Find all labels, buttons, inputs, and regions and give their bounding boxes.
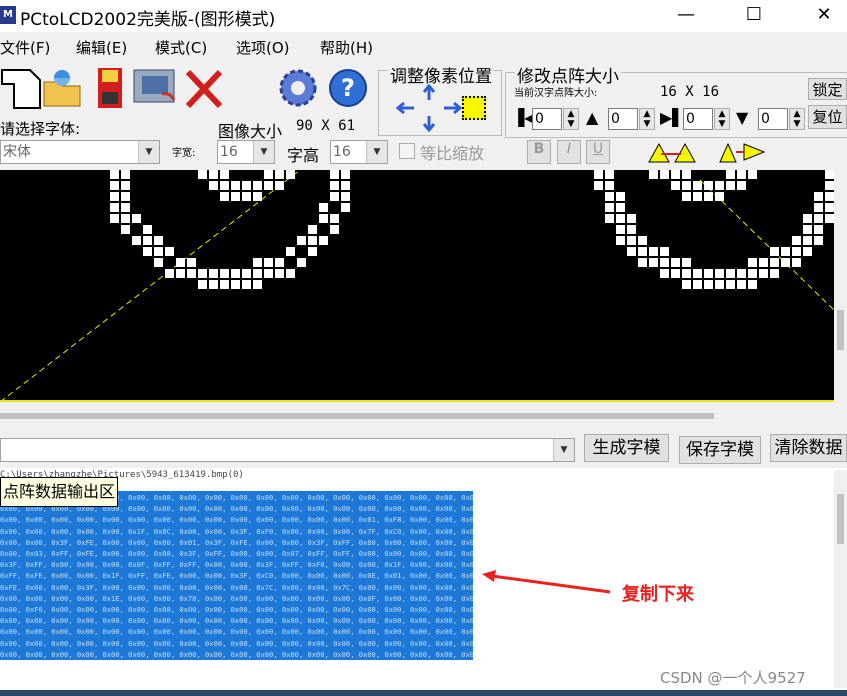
italic-button[interactable]: I (557, 140, 581, 164)
hex-line: 0xFF, 0xFE, 0x00, 0x00, 0x1F, 0xFF, 0xFE… (0, 571, 473, 581)
chevron-down-icon: ▼ (253, 141, 274, 163)
menu-bar: 文件(F) 编辑(E) 模式(C) 选项(O) 帮助(H) (0, 34, 847, 60)
center-icon[interactable] (462, 96, 486, 120)
save-button[interactable]: 保存字模 (679, 436, 761, 464)
output-vertical-scrollbar[interactable] (834, 470, 847, 688)
hex-line: 0x00, 0xF0, 0x00, 0x00, 0x00, 0x00, 0x00… (0, 605, 473, 614)
output-format-select[interactable]: ▼ (0, 438, 575, 462)
generate-button[interactable]: 生成字模 (584, 434, 669, 462)
spin-down-value[interactable]: 0 (758, 108, 788, 130)
scroll-thumb[interactable] (837, 494, 844, 544)
image-size-label: 图像大小 (218, 122, 283, 141)
spin-left-value[interactable]: 0 (532, 108, 562, 130)
current-size-value: 16 X 16 (660, 84, 720, 100)
title-bar: M PCtoLCD2002完美版-(图形模式) — ☐ ✕ (0, 0, 847, 32)
shift-down-icon: ▼ (736, 108, 749, 127)
spin-up-value[interactable]: 0 (608, 108, 638, 130)
menu-options[interactable]: 选项(O) (236, 37, 290, 58)
hex-line: 0x3F, 0xFF, 0x80, 0x00, 0x00, 0x0F, 0xFF… (0, 560, 473, 570)
scroll-thumb[interactable] (0, 413, 714, 419)
clear-button[interactable]: 清除数据 (770, 434, 847, 462)
height-label: 字高 (287, 146, 320, 165)
proportional-label: 等比缩放 (420, 144, 485, 163)
chevron-down-icon: ▼ (138, 141, 159, 163)
delete-x-icon[interactable] (182, 64, 226, 110)
canvas-horizontal-scrollbar[interactable] (0, 403, 847, 429)
height-select[interactable]: 16 ▼ (330, 140, 388, 164)
taskbar-strip (0, 690, 847, 696)
height-select-value: 16 (333, 144, 351, 160)
spin-right-stepper[interactable]: ▲ ▼ (714, 108, 730, 130)
flip-vertical-icon[interactable] (716, 140, 772, 170)
hex-line: 0x00, 0x00, 0x00, 0x00, 0x00, 0x00, 0x00… (0, 515, 473, 525)
canvas-vertical-scrollbar[interactable] (834, 170, 847, 402)
bold-button[interactable]: B (527, 140, 551, 164)
lock-button[interactable]: 锁定 (808, 78, 847, 100)
font-select-value: 宋体 (3, 144, 31, 160)
spin-right-value[interactable]: 0 (683, 108, 713, 130)
annotation-label: 复制下来 (622, 584, 694, 605)
import-image-icon[interactable] (132, 64, 176, 110)
hex-line: 0x00, 0x00, 0x00, 0x00, 0x00, 0x00, 0x00… (0, 649, 473, 659)
hex-line: 0x00, 0x00, 0x00, 0x00, 0x00, 0x00, 0x00… (0, 616, 473, 626)
hex-line: 0x00, 0x00, 0x3F, 0xFE, 0x00, 0x00, 0x00… (0, 537, 473, 547)
hex-line: 0x00, 0x00, 0x00, 0x00, 0x00, 0x1F, 0x8C… (0, 526, 473, 536)
hex-line: 0x00, 0x00, 0x00, 0x00, 0x1E, 0x00, 0x00… (0, 593, 473, 603)
width-select[interactable]: 16 ▼ (217, 140, 275, 164)
menu-file[interactable]: 文件(F) (0, 37, 50, 58)
close-button[interactable]: ✕ (794, 0, 847, 32)
minimize-button[interactable]: — (656, 0, 716, 32)
open-folder-icon[interactable] (40, 64, 84, 110)
hex-line: 0x00, 0x00, 0x00, 0x00, 0x00, 0x00, 0x00… (0, 638, 473, 648)
menu-help[interactable]: 帮助(H) (320, 37, 373, 58)
select-font-label: 请选择字体: (0, 120, 81, 138)
watermark: CSDN @一个人9527 (660, 669, 806, 687)
gear-icon[interactable] (276, 64, 320, 110)
restore-button[interactable]: 复位 (808, 105, 847, 129)
save-disk-icon[interactable] (92, 64, 136, 110)
chevron-down-icon: ▼ (366, 141, 387, 163)
help-question-icon[interactable]: ? (326, 64, 370, 110)
output-tooltip: 点阵数据输出区 (0, 477, 118, 507)
underline-button[interactable]: U (586, 140, 610, 164)
hex-line: 0xFE, 0x00, 0x00, 0x3F, 0x00, 0x00, 0x00… (0, 582, 473, 592)
hex-selection[interactable]: 0x00, 0x00, 0x00, 0x00, 0x00, 0x00, 0x00… (0, 491, 473, 660)
menu-edit[interactable]: 编辑(E) (76, 37, 127, 58)
spin-down-stepper[interactable]: ▲ ▼ (789, 108, 805, 130)
window-title: PCtoLCD2002完美版-(图形模式) (20, 10, 276, 30)
flip-horizontal-icon[interactable] (645, 140, 701, 170)
shift-up-icon: ▲ (586, 108, 599, 127)
chevron-down-icon: ▼ (553, 439, 574, 461)
proportional-checkbox[interactable] (399, 143, 415, 159)
shift-right-icon: ▶▌ (660, 108, 685, 127)
svg-text:?: ? (341, 74, 355, 102)
glyph-drawing (0, 170, 834, 402)
annotation-arrow-icon (478, 568, 618, 602)
hex-line: 0x00, 0x03, 0xFF, 0xFE, 0x00, 0x00, 0x00… (0, 549, 473, 558)
menu-mode[interactable]: 模式(C) (155, 37, 207, 58)
font-select[interactable]: 宋体 ▼ (0, 140, 160, 164)
spin-left-stepper[interactable]: ▲ ▼ (563, 108, 579, 130)
width-label: 字宽: (172, 148, 196, 159)
maximize-button[interactable]: ☐ (724, 0, 784, 32)
app-icon: M (0, 6, 16, 24)
current-size-label: 当前汉字点阵大小: (514, 88, 598, 99)
new-file-icon[interactable] (0, 64, 44, 110)
width-select-value: 16 (220, 144, 238, 160)
hex-line: 0x00, 0x00, 0x00, 0x00, 0x00, 0x00, 0x00… (0, 627, 473, 637)
pixel-canvas[interactable] (0, 170, 834, 402)
spin-up-stepper[interactable]: ▲ ▼ (639, 108, 655, 130)
image-size-value: 90 X 61 (296, 118, 356, 134)
scroll-thumb[interactable] (837, 310, 844, 350)
adjust-arrows-icon[interactable] (394, 83, 464, 136)
